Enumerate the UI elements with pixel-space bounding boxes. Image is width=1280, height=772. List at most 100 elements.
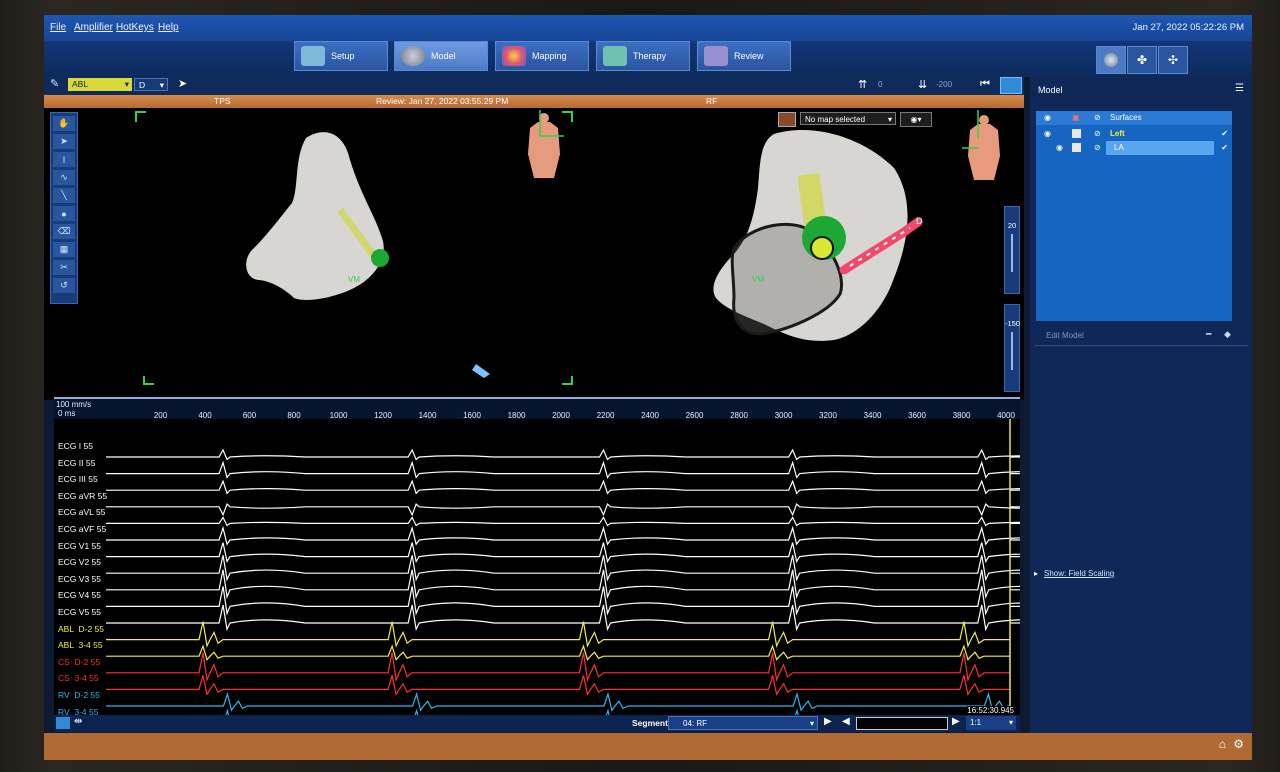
fit-view-icon[interactable] — [1000, 77, 1022, 94]
anatomy-icon: ✤ — [1136, 53, 1148, 67]
chevron-down-icon: ▾ — [887, 115, 892, 124]
sweep-speed: 100 mm/s — [56, 400, 92, 409]
settings-icon[interactable]: ⚙ — [1233, 737, 1244, 751]
channel-label[interactable]: ECG V3 55 — [58, 574, 101, 584]
tree-row-la[interactable]: ◉ ⊘ LA ✔ — [1036, 141, 1232, 155]
rf-label: RF — [706, 96, 718, 106]
channel-label[interactable]: CS D-2 55 — [58, 657, 100, 667]
trace-line — [106, 644, 1010, 661]
value2-field[interactable]: -200 — [936, 80, 952, 89]
map-legend-button[interactable] — [778, 112, 796, 127]
checkbox[interactable] — [1072, 143, 1081, 152]
channel-label[interactable]: ECG V4 55 — [58, 590, 101, 600]
channel-label[interactable]: ECG aVL 55 — [58, 507, 105, 517]
workflow-bar: Setup Model Mapping Therapy Review ✤ ✣ — [44, 41, 1252, 77]
edit-model-label[interactable]: Edit Model — [1046, 331, 1084, 340]
map-select[interactable]: No map selected ▾ — [800, 112, 896, 125]
tree-row-left[interactable]: ◉ ⊘ Left ✔ — [1036, 127, 1232, 141]
list-icon[interactable]: ☰ — [1235, 83, 1244, 94]
ratio-value: 1:1 — [970, 718, 982, 727]
therapy-icon — [603, 46, 627, 66]
menu-hotkeys[interactable]: HotKeys — [116, 22, 154, 33]
tip-label-right: D — [916, 216, 923, 226]
diamond-icon[interactable]: ◆ — [1224, 329, 1231, 340]
trace-line — [106, 652, 1010, 682]
channel-label[interactable]: RV D-2 55 — [58, 690, 100, 700]
viewport-header: TPS Review: Jan 27, 2022 03:55:29 PM RF — [44, 95, 1024, 108]
checkbox[interactable] — [1072, 129, 1081, 138]
up-arrows-icon[interactable]: ⇈ — [858, 78, 867, 91]
collapse-icon[interactable]: ━ — [1206, 329, 1211, 340]
setup-tab[interactable]: Setup — [294, 41, 388, 71]
view-anatomy-button[interactable]: ✤ — [1127, 46, 1157, 74]
surface-left-label: Left — [1110, 129, 1125, 138]
channel-label[interactable]: ECG I 55 — [58, 441, 93, 451]
catheter-toolbar: ✎ ABL ▾ D ▾ ➤ ⇈ 0 ⇊ -200 ⏮ — [44, 77, 1024, 95]
channel-label[interactable]: ECG II 55 — [58, 458, 95, 468]
chevron-down-icon: ▾ — [124, 79, 129, 89]
chevron-down-icon: ▾ — [1008, 718, 1013, 727]
view-sphere-button[interactable] — [1096, 46, 1126, 74]
ruler-zero: 0 ms — [58, 409, 76, 418]
vessel-icon: ✣ — [1167, 53, 1179, 67]
channel-label[interactable]: CS 3-4 55 — [58, 673, 99, 683]
channel-label[interactable]: ECG III 55 — [58, 474, 98, 484]
step-forward-icon[interactable]: ▶ — [952, 716, 960, 727]
channel-label[interactable]: ECG V2 55 — [58, 557, 101, 567]
channel-label[interactable]: ECG aVF 55 — [58, 524, 106, 534]
ratio-select[interactable]: 1:1 ▾ — [966, 716, 1016, 730]
tray-icon[interactable]: ⌂ — [1219, 737, 1226, 751]
review-icon — [704, 46, 728, 66]
channel-label[interactable]: ECG V5 55 — [58, 607, 101, 617]
eye-icon: ◉▾ — [910, 115, 922, 124]
model-tab[interactable]: Model — [394, 41, 488, 71]
trace-line — [106, 691, 1010, 712]
playback-scrubber[interactable] — [856, 717, 948, 730]
split-icon[interactable]: ⇹ — [74, 716, 82, 727]
show-field-scaling-link[interactable]: Show: Field Scaling — [1044, 569, 1114, 578]
skip-back-icon[interactable]: ⏮ — [980, 78, 990, 91]
zoom-slider[interactable]: 20 — [1004, 206, 1020, 294]
ecg-panel[interactable]: 100 mm/s 0 ms 200 400 600 800 1000 1200 1400 16… — [54, 397, 1020, 717]
electrode-select[interactable]: D ▾ — [134, 78, 168, 91]
view-vessel-button[interactable]: ✣ — [1158, 46, 1188, 74]
trace-line — [106, 516, 1020, 527]
trace-line — [106, 586, 1020, 616]
anatomy-scene: VM D VM — [135, 110, 1000, 385]
visibility-select[interactable]: ◉▾ — [900, 112, 932, 127]
down-arrows-icon[interactable]: ⇊ — [918, 78, 927, 91]
rotate-slider[interactable]: -150 — [1004, 304, 1020, 392]
eye-icon[interactable]: ◉ — [1056, 141, 1063, 155]
segment-select[interactable]: 04: RF ▾ — [668, 716, 818, 730]
model-viewport[interactable]: ✋ ➤ I ∿ ╲ ● ⌫ ▦ ✂ ↺ VM D VM No map selec… — [44, 108, 1024, 400]
link-icon: ⊘ — [1094, 113, 1101, 122]
menu-file[interactable]: File — [50, 22, 66, 33]
torso-orientation-right — [962, 110, 1000, 180]
mapping-tab[interactable]: Mapping — [495, 41, 589, 71]
menu-amplifier[interactable]: Amplifier — [74, 22, 113, 33]
pointer-icon[interactable]: ➤ — [178, 77, 187, 90]
review-tab[interactable]: Review — [697, 41, 791, 71]
surface-tree: ◉ ▣ ⊘ Surfaces ◉ ⊘ Left ✔ ◉ ⊘ LA ✔ — [1036, 111, 1232, 321]
rotate-value: -150 — [1005, 319, 1021, 328]
electrode-value: D — [139, 80, 146, 90]
step-back-icon[interactable]: ◀ — [842, 716, 850, 727]
surface-la-label: LA — [1106, 141, 1214, 155]
channel-label[interactable]: ABL 3-4 55 — [58, 640, 103, 650]
eye-icon[interactable]: ◉ — [1044, 127, 1051, 141]
catheter-select[interactable]: ABL ▾ — [68, 78, 132, 91]
therapy-tab[interactable]: Therapy — [596, 41, 690, 71]
pen-icon[interactable]: ✎ — [50, 77, 59, 90]
chevron-down-icon: ▾ — [159, 80, 164, 90]
value1-field[interactable]: 0 — [878, 80, 882, 89]
play-icon[interactable]: ▶ — [824, 716, 832, 727]
channel-label[interactable]: ABL D-2 55 — [58, 624, 104, 634]
layout-icon[interactable] — [56, 717, 70, 729]
screen: File Amplifier HotKeys Help Jan 27, 2022… — [44, 15, 1252, 760]
sphere-icon — [1104, 53, 1118, 67]
left-atrium-model-left[interactable] — [246, 132, 384, 300]
expand-arrow-icon[interactable]: ▸ — [1034, 569, 1038, 578]
channel-label[interactable]: ECG aVR 55 — [58, 491, 107, 501]
channel-label[interactable]: ECG V1 55 — [58, 541, 101, 551]
menu-help[interactable]: Help — [158, 22, 179, 33]
